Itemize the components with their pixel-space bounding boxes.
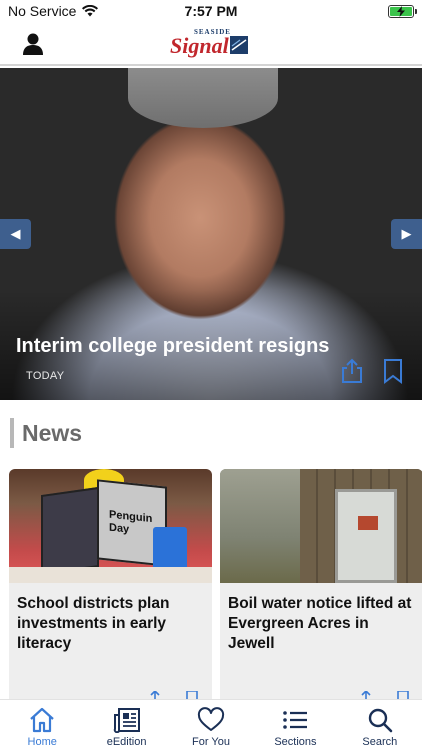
hero-date: TODAY xyxy=(26,370,65,382)
image-door xyxy=(335,489,397,583)
image-detail xyxy=(9,567,212,583)
tab-label: Home xyxy=(27,736,57,748)
hero-carousel[interactable]: ◀ ▶ Interim college president resigns TO… xyxy=(0,68,422,400)
hero-photo xyxy=(128,68,278,128)
person-icon xyxy=(23,33,43,55)
tab-label: Sections xyxy=(274,736,317,748)
battery-icon xyxy=(388,5,417,18)
carousel-next-button[interactable]: ▶ xyxy=(391,219,422,249)
tab-label: eEdition xyxy=(106,736,147,748)
list-icon xyxy=(283,711,308,729)
search-icon xyxy=(368,708,393,733)
hero-share-button[interactable] xyxy=(340,358,364,384)
bottom-tab-bar: Home eEdition For You Sections Search xyxy=(0,699,422,750)
charging-bolt-icon xyxy=(397,6,405,17)
article-image: Penguin Day xyxy=(9,469,212,583)
right-arrow-icon: ▶ xyxy=(401,226,412,241)
article-title[interactable]: School districts plan investments in ear… xyxy=(17,594,207,654)
section-accent-bar xyxy=(10,418,14,448)
newspaper-icon xyxy=(113,708,140,733)
section-header-news: News xyxy=(10,418,82,448)
logo-wordmark: Signal xyxy=(170,33,229,58)
left-arrow-icon: ◀ xyxy=(10,226,21,241)
bookmark-icon xyxy=(384,359,402,384)
image-detail xyxy=(220,469,300,583)
tab-home[interactable]: Home xyxy=(0,700,84,750)
article-card[interactable]: Boil water notice lifted at Evergreen Ac… xyxy=(220,469,422,709)
tab-label: Search xyxy=(362,736,398,748)
hero-bookmark-button[interactable] xyxy=(382,358,404,384)
site-logo[interactable]: SEASIDE Signal xyxy=(168,26,252,60)
tab-search[interactable]: Search xyxy=(338,700,422,750)
share-icon xyxy=(342,358,362,383)
heart-icon xyxy=(197,707,225,731)
carousel-prev-button[interactable]: ◀ xyxy=(0,219,31,249)
profile-button[interactable] xyxy=(20,31,46,57)
tab-label: For You xyxy=(192,736,230,748)
image-detail xyxy=(358,516,378,530)
status-time: 7:57 PM xyxy=(184,3,238,19)
tab-eedition[interactable]: eEdition xyxy=(84,700,168,750)
lighthouse-icon xyxy=(230,36,248,54)
tab-for-you[interactable]: For You xyxy=(169,700,253,750)
tab-sections[interactable]: Sections xyxy=(253,700,337,750)
image-detail xyxy=(41,486,99,576)
section-title: News xyxy=(22,419,83,446)
app-header: SEASIDE Signal xyxy=(0,22,422,66)
battery-level xyxy=(390,6,412,17)
status-bar: No Service 7:57 PM xyxy=(0,0,422,22)
article-image xyxy=(220,469,422,583)
hero-headline[interactable]: Interim college president resigns xyxy=(16,335,346,358)
article-title[interactable]: Boil water notice lifted at Evergreen Ac… xyxy=(228,594,418,654)
home-icon xyxy=(30,707,54,733)
article-card[interactable]: Penguin Day School districts plan invest… xyxy=(9,469,212,709)
